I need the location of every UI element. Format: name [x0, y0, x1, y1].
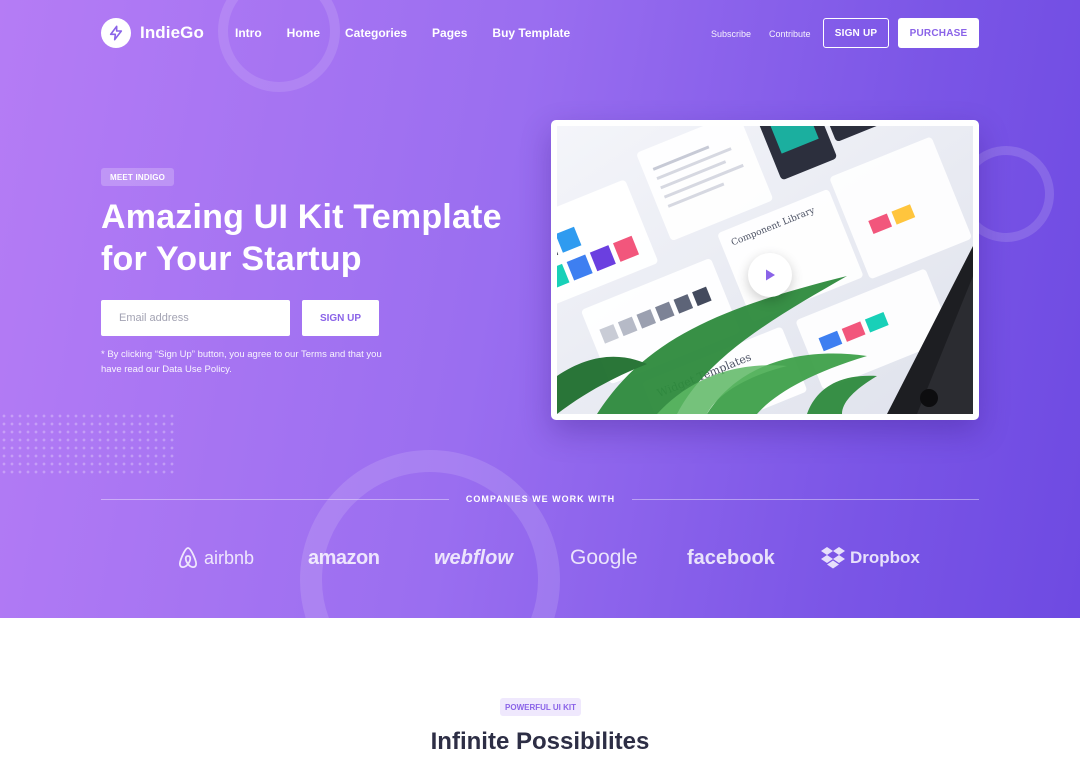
decorative-ring [300, 450, 560, 618]
webflow-logo: webflow [434, 538, 513, 578]
companies-heading: COMPANIES WE WORK WITH [465, 494, 616, 504]
contribute-link[interactable]: Contribute [769, 29, 811, 39]
video-preview[interactable]: Widget Templates Component Library [551, 120, 979, 420]
hero-title-line-1: Amazing UI Kit Template [101, 198, 502, 236]
email-input[interactable] [101, 300, 290, 336]
amazon-wordmark: amazon [308, 546, 380, 569]
powerful-badge: POWERFUL UI KIT [500, 698, 581, 716]
signup-disclaimer: * By clicking “Sign Up” button, you agre… [101, 349, 382, 375]
hero-title-line-2: for Your Startup [101, 240, 362, 278]
brand-name: IndieGo [140, 23, 204, 42]
nav-item-home[interactable]: Home [287, 26, 320, 40]
dot-pattern [0, 412, 178, 474]
airbnb-icon [179, 547, 197, 569]
hero-title: Amazing UI Kit Template for Your Startup [101, 196, 521, 280]
play-button[interactable] [748, 253, 792, 297]
divider-line [101, 499, 449, 500]
meet-badge: MEET INDIGO [101, 168, 175, 186]
nav-item-intro[interactable]: Intro [235, 26, 262, 40]
dropbox-logo: Dropbox [820, 538, 920, 578]
facebook-logo: facebook [687, 538, 775, 578]
secondary-nav: Subscribe Contribute [711, 29, 829, 39]
purchase-button[interactable]: PURCHASE [898, 18, 979, 48]
amazon-logo: amazon [308, 538, 380, 578]
subscribe-link[interactable]: Subscribe [711, 29, 751, 39]
brand-logo[interactable]: IndieGo [101, 18, 204, 48]
google-wordmark: Google [570, 546, 638, 569]
airbnb-logo: airbnb [176, 538, 254, 578]
section-title: Infinite Possibilites [430, 728, 650, 755]
dropbox-icon [821, 547, 845, 569]
airbnb-wordmark: airbnb [204, 547, 255, 568]
header-signup-button[interactable]: SIGN UP [823, 18, 889, 48]
decorative-ring [218, 0, 340, 92]
google-logo: Google [570, 538, 638, 578]
nav-item-categories[interactable]: Categories [345, 26, 407, 40]
video-thumbnail: Widget Templates Component Library [557, 126, 973, 414]
main-nav: Intro Home Categories Pages Buy Template [235, 26, 595, 40]
lightning-icon [101, 18, 131, 48]
nav-item-pages[interactable]: Pages [432, 26, 467, 40]
signup-submit-button[interactable]: SIGN UP [302, 300, 379, 336]
dropbox-wordmark: Dropbox [850, 548, 920, 567]
company-logos: airbnb amazon webflow Google facebook Dr… [101, 538, 979, 578]
hero-section: IndieGo Intro Home Categories Pages Buy … [0, 0, 1080, 618]
webflow-wordmark: webflow [434, 546, 513, 569]
facebook-wordmark: facebook [687, 546, 775, 569]
divider-line [632, 499, 979, 500]
play-icon [766, 269, 775, 281]
nav-item-buy-template[interactable]: Buy Template [492, 26, 570, 40]
